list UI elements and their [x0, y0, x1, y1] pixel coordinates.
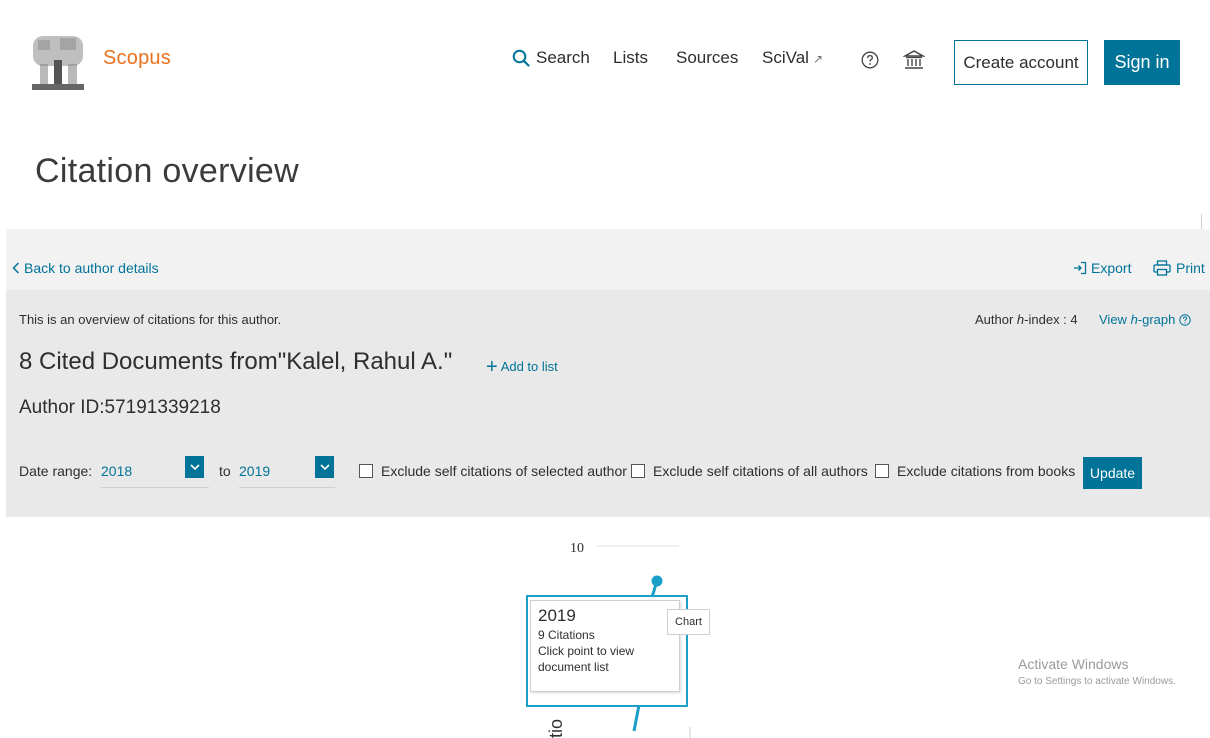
exclude-self-selected-checkbox[interactable]: Exclude self citations of selected autho…	[359, 463, 627, 479]
sign-in-button[interactable]: Sign in	[1104, 40, 1180, 85]
toolbar: Back to author details Export Print	[6, 229, 1210, 290]
date-from-value: 2018	[101, 463, 133, 479]
citation-chart[interactable]: 10 tio 2019 9 Citations Click point to v…	[0, 517, 1210, 738]
exclude-self-all-checkbox[interactable]: Exclude self citations of all authors	[631, 463, 868, 479]
checkbox[interactable]	[631, 464, 645, 478]
y-axis-label: tio	[546, 719, 566, 738]
author-id: Author ID:57191339218	[19, 397, 221, 418]
nav-scival[interactable]: SciVal ↗	[762, 48, 823, 68]
chart-tooltip: 2019 9 Citations Click point to view doc…	[530, 600, 680, 692]
nav-scival-label: SciVal	[762, 48, 809, 67]
activate-windows-watermark: Activate Windows Go to Settings to activ…	[1018, 656, 1176, 687]
printer-icon	[1153, 260, 1171, 276]
back-link-label: Back to author details	[24, 260, 159, 276]
page-title: Citation overview	[35, 152, 299, 190]
add-to-list-link[interactable]: + Add to list	[486, 355, 558, 378]
data-point-2019[interactable]	[651, 575, 663, 587]
chevron-down-icon[interactable]	[315, 456, 334, 478]
h-graph-prefix: View	[1099, 312, 1131, 327]
print-link[interactable]: Print	[1153, 260, 1205, 276]
tooltip-year: 2019	[538, 606, 576, 625]
update-button[interactable]: Update	[1083, 457, 1142, 489]
h-index-value: -index : 4	[1024, 312, 1078, 327]
export-link[interactable]: Export	[1073, 260, 1131, 276]
exclude-self-all-label: Exclude self citations of all authors	[653, 463, 868, 479]
view-h-graph-label: View h-graph	[1099, 312, 1175, 327]
author-h-index: Author h-index : 4	[975, 312, 1078, 327]
export-icon	[1074, 261, 1087, 275]
nav-sources[interactable]: Sources	[676, 48, 738, 68]
export-label: Export	[1091, 260, 1132, 276]
checkbox[interactable]	[875, 464, 889, 478]
tooltip-citations: 9 Citations	[538, 628, 595, 642]
series-line	[632, 704, 641, 732]
top-header: Scopus Search Lists Sources SciVal ↗ Crea…	[0, 0, 1210, 120]
back-to-author-link[interactable]: Back to author details	[12, 260, 159, 276]
y-tick-label: 10	[570, 541, 584, 556]
help-icon	[1179, 313, 1192, 326]
tooltip-hint: Click point to view document list	[538, 644, 635, 674]
exclude-books-checkbox[interactable]: Exclude citations from books	[875, 463, 1075, 479]
print-label: Print	[1176, 260, 1205, 276]
h-graph-suffix: -graph	[1137, 312, 1176, 327]
elsevier-tree-logo[interactable]	[30, 34, 86, 92]
create-account-button[interactable]: Create account	[954, 40, 1088, 85]
cited-documents-title: 8 Cited Documents from"Kalel, Rahul A."	[19, 348, 453, 375]
h-index-prefix: Author	[975, 312, 1017, 327]
chevron-down-icon[interactable]	[185, 456, 204, 478]
date-to-value: 2019	[239, 463, 271, 479]
view-h-graph-link[interactable]: View h-graph	[1099, 312, 1192, 327]
scopus-brand[interactable]: Scopus	[103, 47, 171, 70]
overview-panel: This is an overview of citations for thi…	[6, 290, 1210, 517]
date-to-label: to	[219, 463, 231, 479]
nav-search-label: Search	[536, 48, 590, 67]
chevron-left-icon	[12, 262, 20, 274]
date-to-select[interactable]: 2019	[239, 456, 335, 488]
nav-lists[interactable]: Lists	[613, 48, 648, 68]
chart-badge: Chart	[667, 609, 710, 635]
overview-intro-text: This is an overview of citations for thi…	[19, 312, 282, 327]
plus-icon: +	[486, 355, 498, 378]
h-graph-h: h	[1130, 312, 1138, 327]
nav-search[interactable]: Search	[512, 48, 590, 68]
help-icon[interactable]	[861, 51, 879, 69]
watermark-subtitle: Go to Settings to activate Windows.	[1018, 676, 1176, 687]
exclude-books-label: Exclude citations from books	[897, 463, 1076, 479]
exclude-self-selected-label: Exclude self citations of selected autho…	[381, 463, 627, 479]
watermark-title: Activate Windows	[1018, 656, 1129, 672]
date-range-label: Date range:	[19, 463, 93, 479]
institution-icon[interactable]	[903, 49, 925, 71]
checkbox[interactable]	[359, 464, 373, 478]
add-to-list-label: Add to list	[500, 359, 558, 374]
date-from-select[interactable]: 2018	[101, 456, 209, 488]
external-link-icon: ↗	[812, 52, 823, 66]
search-icon	[512, 49, 530, 67]
